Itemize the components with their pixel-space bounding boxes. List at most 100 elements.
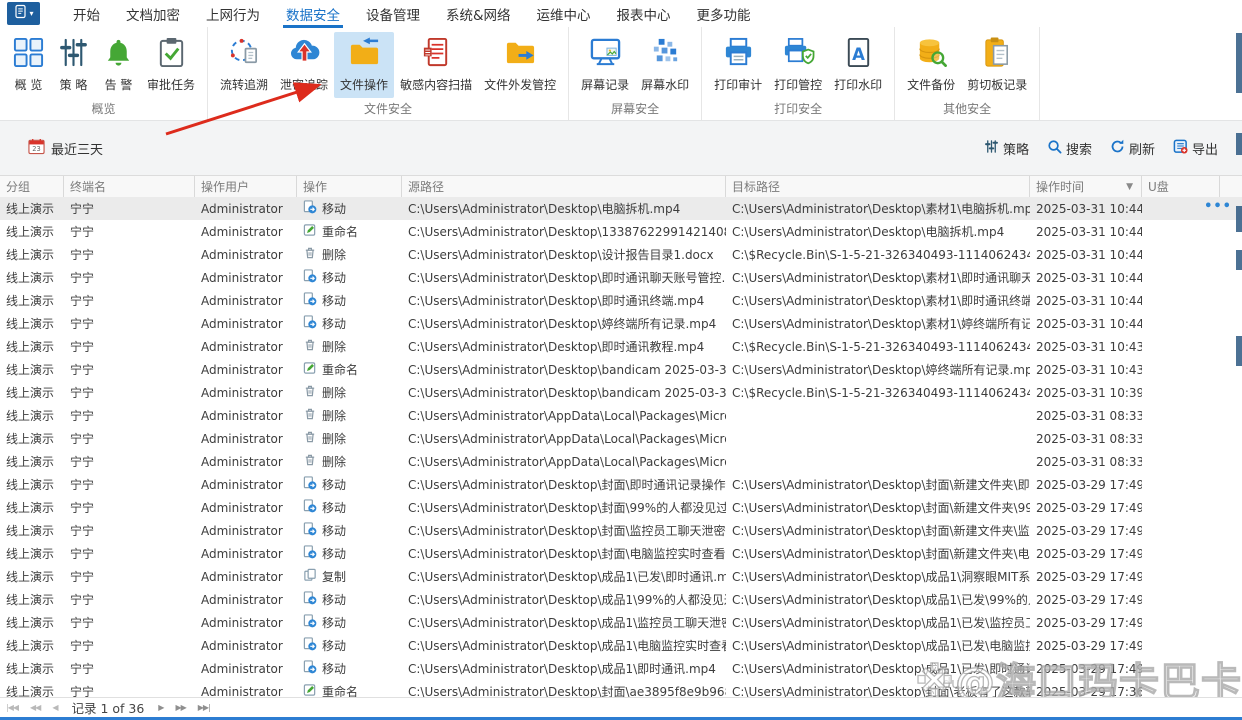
cell-group: 线上演示 bbox=[0, 519, 64, 542]
ribbon-item-文件操作[interactable]: 文件操作 bbox=[334, 32, 394, 98]
table-row[interactable]: 线上演示宁宁Administrator删除C:\Users\Administra… bbox=[0, 404, 1242, 427]
cell-time: 2025-03-29 17:49:20 bbox=[1030, 634, 1142, 657]
tab-系统&网络[interactable]: 系统&网络 bbox=[433, 0, 524, 28]
tab-文档加密[interactable]: 文档加密 bbox=[113, 0, 193, 28]
op-move-icon bbox=[303, 545, 317, 562]
tab-报表中心[interactable]: 报表中心 bbox=[604, 0, 684, 28]
cell-group: 线上演示 bbox=[0, 197, 64, 220]
tab-更多功能[interactable]: 更多功能 bbox=[684, 0, 764, 28]
ribbon-item-告 警[interactable]: 告 警 bbox=[96, 32, 141, 98]
cell-target: C:\Users\Administrator\Desktop\成品1\洞察眼MI… bbox=[726, 565, 1030, 588]
table-row[interactable]: 线上演示宁宁Administrator移动C:\Users\Administra… bbox=[0, 542, 1242, 565]
column-header-terminal[interactable]: 终端名 bbox=[64, 176, 195, 197]
cell-time: 2025-03-29 17:49:30 bbox=[1030, 565, 1142, 588]
ribbon-item-策 略[interactable]: 策 略 bbox=[51, 32, 96, 98]
table-row[interactable]: 线上演示宁宁Administrator删除C:\Users\Administra… bbox=[0, 427, 1242, 450]
table-row[interactable]: 线上演示宁宁Administrator移动C:\Users\Administra… bbox=[0, 611, 1242, 634]
op-copy-icon bbox=[303, 568, 317, 585]
nav-prev-icon[interactable]: ◀ bbox=[52, 703, 57, 712]
table-row[interactable]: 线上演示宁宁Administrator重命名C:\Users\Administr… bbox=[0, 220, 1242, 243]
ribbon-item-概 览[interactable]: 概 览 bbox=[6, 32, 51, 98]
tb-export-icon bbox=[1173, 139, 1188, 158]
cell-terminal: 宁宁 bbox=[64, 519, 195, 542]
operation-label: 删除 bbox=[322, 407, 346, 424]
table-row[interactable]: 线上演示宁宁Administrator删除C:\Users\Administra… bbox=[0, 381, 1242, 404]
folder-return-icon bbox=[348, 36, 381, 73]
nav-next-icon[interactable]: ▶ bbox=[158, 703, 163, 712]
operation-label: 删除 bbox=[322, 338, 346, 355]
column-header-group[interactable]: 分组 bbox=[0, 176, 64, 197]
table-row[interactable]: 线上演示宁宁Administrator重命名C:\Users\Administr… bbox=[0, 680, 1242, 698]
nav-next-page-icon[interactable]: ▶▶ bbox=[175, 703, 185, 712]
table-row[interactable]: 线上演示宁宁Administrator移动C:\Users\Administra… bbox=[0, 657, 1242, 680]
app-menu-button[interactable]: ▾ bbox=[7, 2, 40, 25]
table-row[interactable]: 线上演示宁宁Administrator移动C:\Users\Administra… bbox=[0, 266, 1242, 289]
cell-target bbox=[726, 404, 1030, 427]
ribbon-item-打印管控[interactable]: 打印管控 bbox=[768, 32, 828, 98]
cell-usb bbox=[1142, 657, 1220, 680]
ribbon-item-敏感内容扫描[interactable]: 敏感内容扫描 bbox=[394, 32, 478, 98]
table-row[interactable]: 线上演示宁宁Administrator移动C:\Users\Administra… bbox=[0, 588, 1242, 611]
row-actions-menu[interactable]: ••• bbox=[1204, 199, 1232, 214]
nav-first-icon[interactable]: |◀◀ bbox=[6, 703, 18, 712]
table-row[interactable]: 线上演示宁宁Administrator移动C:\Users\Administra… bbox=[0, 289, 1242, 312]
table-row[interactable]: 线上演示宁宁Administrator移动C:\Users\Administra… bbox=[0, 197, 1242, 220]
ribbon-item-屏幕水印[interactable]: 屏幕水印 bbox=[635, 32, 695, 98]
策略-button[interactable]: 策略 bbox=[984, 139, 1029, 158]
tab-设备管理[interactable]: 设备管理 bbox=[353, 0, 433, 28]
column-header-label: 终端名 bbox=[70, 178, 106, 195]
ribbon-item-label: 文件操作 bbox=[340, 76, 388, 93]
nav-prev-page-icon[interactable]: ◀◀ bbox=[30, 703, 40, 712]
column-header-target[interactable]: 目标路径 bbox=[726, 176, 1030, 197]
tab-开始[interactable]: 开始 bbox=[60, 0, 113, 28]
table-row[interactable]: 线上演示宁宁Administrator移动C:\Users\Administra… bbox=[0, 473, 1242, 496]
table-row[interactable]: 线上演示宁宁Administrator重命名C:\Users\Administr… bbox=[0, 358, 1242, 381]
column-header-label: 目标路径 bbox=[732, 178, 780, 195]
nav-last-icon[interactable]: ▶▶| bbox=[198, 703, 210, 712]
ribbon-item-打印水印[interactable]: A打印水印 bbox=[828, 32, 888, 98]
ribbon-item-文件备份[interactable]: 文件备份 bbox=[901, 32, 961, 98]
table-row[interactable]: 线上演示宁宁Administrator复制C:\Users\Administra… bbox=[0, 565, 1242, 588]
date-filter-button[interactable]: 23 最近三天 bbox=[28, 138, 103, 159]
tab-数据安全[interactable]: 数据安全 bbox=[273, 0, 353, 28]
搜索-button[interactable]: 搜索 bbox=[1047, 139, 1092, 158]
column-header-time[interactable]: 操作时间▼ bbox=[1030, 176, 1142, 197]
ribbon-item-审批任务[interactable]: 审批任务 bbox=[141, 32, 201, 98]
table-row[interactable]: 线上演示宁宁Administrator移动C:\Users\Administra… bbox=[0, 312, 1242, 335]
ribbon-item-打印审计[interactable]: 打印审计 bbox=[708, 32, 768, 98]
column-header-usb[interactable]: U盘 bbox=[1142, 176, 1220, 197]
table-row[interactable]: 线上演示宁宁Administrator删除C:\Users\Administra… bbox=[0, 335, 1242, 358]
ribbon-item-剪切板记录[interactable]: 剪切板记录 bbox=[961, 32, 1033, 98]
column-header-source[interactable]: 源路径 bbox=[402, 176, 726, 197]
cell-terminal: 宁宁 bbox=[64, 565, 195, 588]
导出-button[interactable]: 导出 bbox=[1173, 139, 1218, 158]
cell-time: 2025-03-31 08:33:22 bbox=[1030, 450, 1142, 473]
ribbon-item-流转追溯[interactable]: 流转追溯 bbox=[214, 32, 274, 98]
ribbon-item-文件外发管控[interactable]: 文件外发管控 bbox=[478, 32, 562, 98]
tab-上网行为[interactable]: 上网行为 bbox=[193, 0, 273, 28]
cell-group: 线上演示 bbox=[0, 289, 64, 312]
op-move-icon bbox=[303, 522, 317, 539]
tab-运维中心[interactable]: 运维中心 bbox=[524, 0, 604, 28]
table-row[interactable]: 线上演示宁宁Administrator删除C:\Users\Administra… bbox=[0, 450, 1242, 473]
tb-refresh-icon bbox=[1110, 139, 1125, 158]
ribbon-item-泄密追踪[interactable]: 泄密追踪 bbox=[274, 32, 334, 98]
ribbon-item-屏幕记录[interactable]: 屏幕记录 bbox=[575, 32, 635, 98]
cell-time: 2025-03-31 10:44:20 bbox=[1030, 289, 1142, 312]
刷新-button[interactable]: 刷新 bbox=[1110, 139, 1155, 158]
ribbon-group-label: 其他安全 bbox=[901, 98, 1033, 122]
cell-terminal: 宁宁 bbox=[64, 404, 195, 427]
cell-source: C:\Users\Administrator\AppData\Local\Pac… bbox=[402, 404, 726, 427]
table-row[interactable]: 线上演示宁宁Administrator移动C:\Users\Administra… bbox=[0, 496, 1242, 519]
filter-caret-icon[interactable]: ▼ bbox=[1126, 182, 1133, 192]
column-header-user[interactable]: 操作用户 bbox=[195, 176, 297, 197]
table-row[interactable]: 线上演示宁宁Administrator移动C:\Users\Administra… bbox=[0, 634, 1242, 657]
column-header-op[interactable]: 操作 bbox=[297, 176, 402, 197]
ribbon-group-打印安全: 打印审计打印管控A打印水印打印安全 bbox=[702, 27, 895, 120]
op-move-icon bbox=[303, 292, 317, 309]
ribbon-item-label: 屏幕水印 bbox=[641, 76, 689, 93]
table-body: 线上演示宁宁Administrator移动C:\Users\Administra… bbox=[0, 197, 1242, 698]
table-row[interactable]: 线上演示宁宁Administrator删除C:\Users\Administra… bbox=[0, 243, 1242, 266]
ribbon-item-label: 敏感内容扫描 bbox=[400, 76, 472, 93]
table-row[interactable]: 线上演示宁宁Administrator移动C:\Users\Administra… bbox=[0, 519, 1242, 542]
